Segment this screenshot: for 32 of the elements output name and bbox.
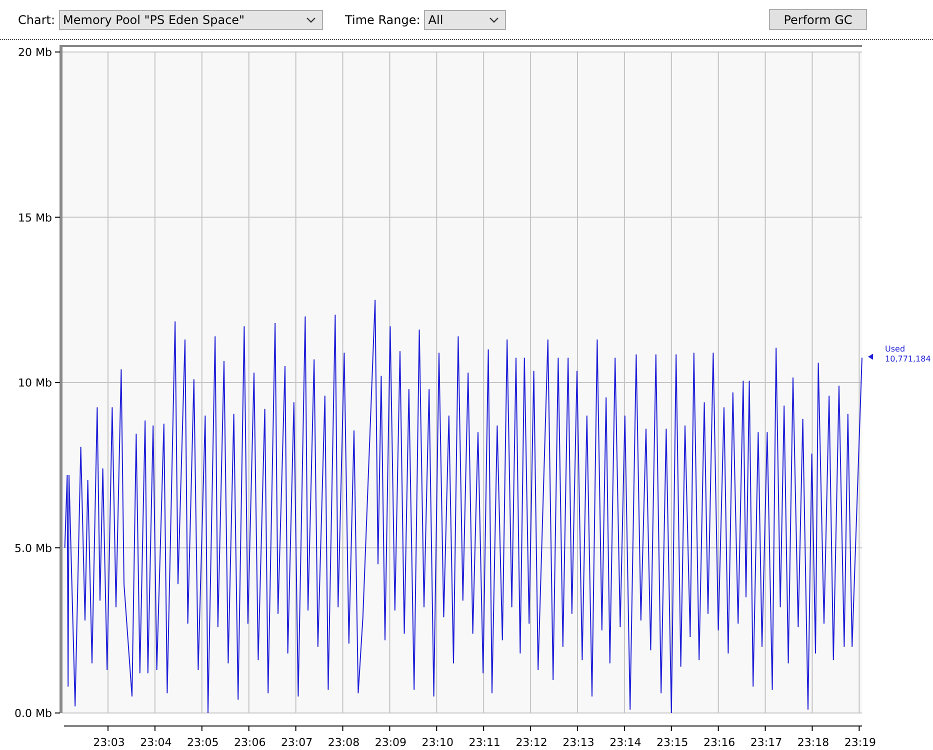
axis-label: 0.0 Mb bbox=[14, 707, 52, 720]
chart-dropdown[interactable]: Memory Pool "PS Eden Space" bbox=[59, 10, 324, 30]
axis-label: 23:18 bbox=[797, 736, 830, 749]
chevron-icon bbox=[489, 16, 500, 22]
axis-label: 23:11 bbox=[468, 736, 500, 749]
axis-label: 23:12 bbox=[516, 736, 548, 749]
axis-label: 23:03 bbox=[93, 736, 125, 749]
legend-marker-icon bbox=[868, 354, 873, 360]
axis-label: 23:13 bbox=[562, 736, 594, 749]
legend-value: 10,771,184 bbox=[885, 354, 931, 364]
axis-label: 15 Mb bbox=[18, 211, 52, 224]
perform-gc-button[interactable]: Perform GC bbox=[769, 9, 867, 30]
axis-label: 23:07 bbox=[280, 736, 313, 749]
axis-label: 23:10 bbox=[422, 736, 454, 749]
time-range-dropdown[interactable]: All bbox=[424, 10, 506, 30]
axis-label: 5.0 Mb bbox=[14, 542, 52, 555]
chevron-icon bbox=[306, 16, 316, 22]
axis-label: 23:15 bbox=[656, 736, 688, 749]
chart-label: Chart: bbox=[18, 12, 56, 26]
axis-label: 23:17 bbox=[750, 736, 782, 749]
axis-label: 23:14 bbox=[610, 736, 642, 749]
axis-label: 23:08 bbox=[328, 736, 360, 749]
legend-label: Used bbox=[885, 344, 906, 354]
axis-label: 10 Mb bbox=[18, 376, 52, 390]
axis-label: 23:09 bbox=[374, 736, 407, 749]
time-range-label: Time Range: bbox=[345, 12, 420, 26]
axis-label: 23:04 bbox=[140, 736, 172, 749]
axis-label: 23:16 bbox=[703, 736, 736, 749]
axis-label: 23:05 bbox=[187, 736, 219, 749]
axis-label: 23:06 bbox=[234, 736, 266, 749]
axis-label: 20 Mb bbox=[18, 46, 52, 59]
axis-label: 23:19 bbox=[844, 736, 876, 749]
